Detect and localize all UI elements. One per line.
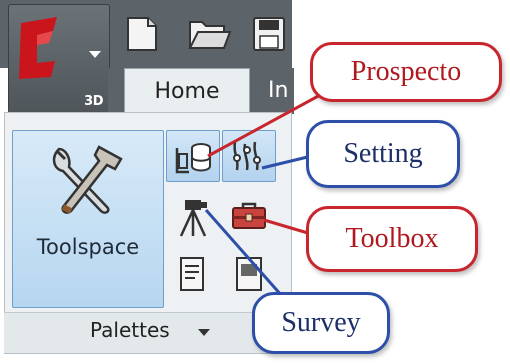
callout-toolbox: Toolbox <box>306 206 478 272</box>
callout-survey: Survey <box>252 292 390 354</box>
callout-setting: Setting <box>306 120 460 188</box>
prospector-pointer <box>207 92 323 158</box>
callout-prospector: Prospecto <box>310 42 502 102</box>
